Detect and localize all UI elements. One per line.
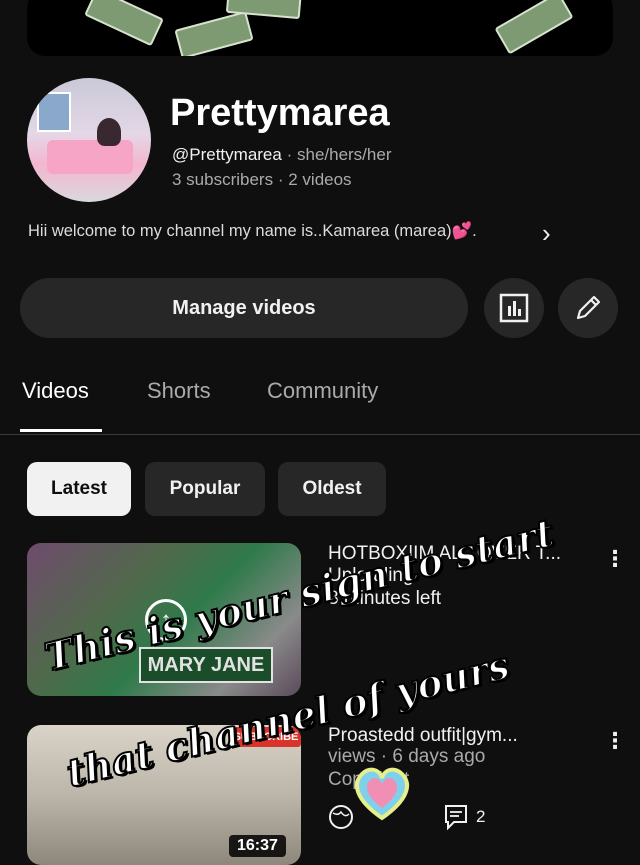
chevron-right-icon[interactable]: › [542, 218, 551, 249]
analytics-icon [499, 293, 529, 323]
avatar[interactable] [27, 78, 151, 202]
comment-count: 2 [476, 807, 486, 826]
tab-shorts[interactable]: Shorts [147, 378, 211, 404]
avatar-bed [47, 140, 133, 174]
chip-popular[interactable]: Popular [145, 462, 265, 516]
chip-latest[interactable]: Latest [27, 462, 131, 516]
heart-sticker-icon [355, 767, 409, 821]
subscriber-count: 3 subscribers [172, 170, 274, 189]
avatar-character [97, 118, 121, 146]
channel-stats: 3 subscribers · 2 videos [172, 170, 352, 189]
more-options-icon[interactable]: ⋮ [604, 728, 626, 754]
chip-oldest[interactable]: Oldest [278, 462, 386, 516]
channel-handle: @Prettymarea [172, 145, 282, 164]
pencil-icon [576, 295, 601, 320]
channel-tabs: Videos Shorts Community [0, 370, 640, 435]
avatar-window [37, 92, 71, 132]
video-count: 2 videos [288, 170, 352, 189]
more-options-icon[interactable]: ⋮ [604, 546, 626, 572]
manage-videos-button[interactable]: Manage videos [20, 278, 468, 338]
channel-name: Prettymarea [170, 92, 390, 134]
tab-community[interactable]: Community [267, 378, 378, 404]
video-duration: 16:37 [229, 835, 286, 857]
edit-channel-button[interactable] [558, 278, 618, 338]
channel-description[interactable]: Hii welcome to my channel my name is..Ka… [28, 222, 477, 241]
tab-videos[interactable]: Videos [22, 378, 89, 404]
comment-icon[interactable] [444, 804, 468, 830]
money-decoration [84, 0, 164, 47]
active-tab-indicator [20, 429, 102, 432]
channel-banner [27, 0, 613, 56]
channel-pronouns: she/hers/her [296, 145, 392, 164]
channel-handle-line: @Prettymarea · she/hers/her [172, 145, 392, 164]
money-decoration [494, 0, 574, 55]
money-decoration [174, 10, 254, 56]
analytics-button[interactable] [484, 278, 544, 338]
video-title[interactable]: Proastedd outfit|gym... [328, 725, 518, 747]
